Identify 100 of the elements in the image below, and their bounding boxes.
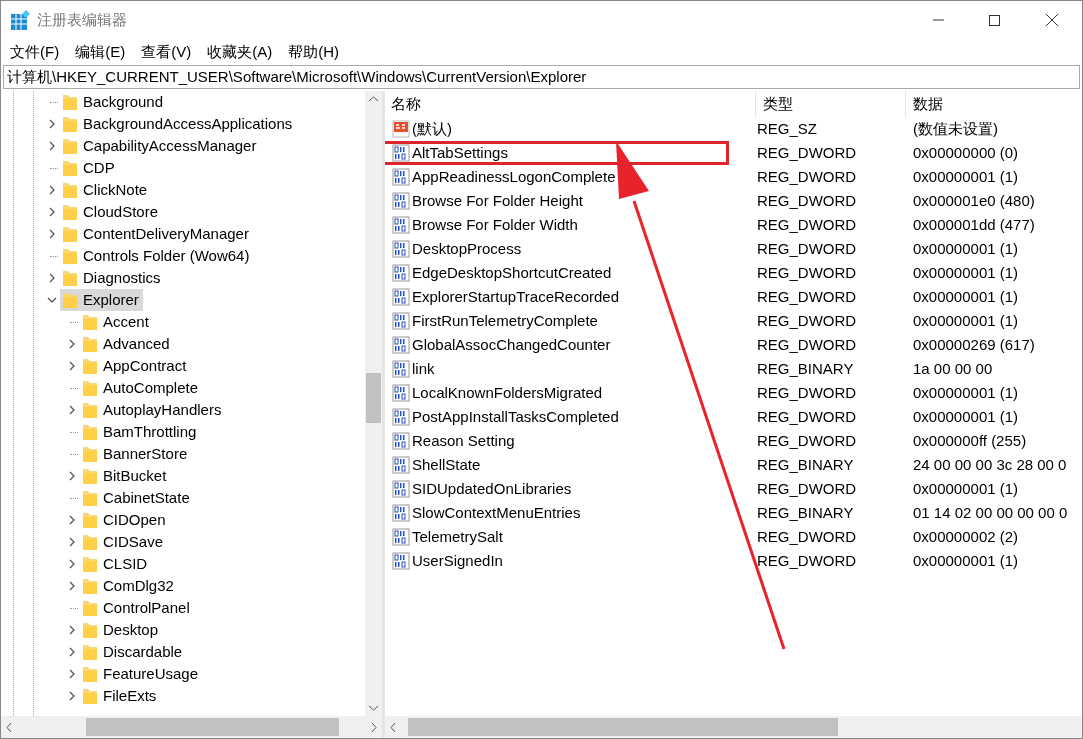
chevron-right-icon[interactable] — [67, 361, 77, 371]
chevron-right-icon[interactable] — [67, 581, 77, 591]
value-name[interactable]: GlobalAssocChangedCounter — [385, 333, 729, 357]
folder-icon — [82, 489, 98, 507]
value-name[interactable]: DesktopProcess — [385, 237, 729, 261]
chevron-right-icon[interactable] — [47, 185, 57, 195]
menu-item[interactable]: 查看(V) — [133, 39, 200, 65]
vertical-scrollbar[interactable] — [365, 91, 382, 716]
tree-item[interactable]: Discardable — [80, 641, 187, 663]
chevron-right-icon[interactable] — [47, 273, 57, 283]
chevron-right-icon[interactable] — [47, 229, 57, 239]
close-icon — [1046, 14, 1058, 26]
scroll-thumb[interactable] — [408, 718, 838, 736]
folder-icon — [62, 93, 78, 111]
tree-item[interactable]: AutoComplete — [80, 377, 203, 399]
chevron-right-icon[interactable] — [67, 669, 77, 679]
address-bar[interactable]: 计算机\HKEY_CURRENT_USER\Software\Microsoft\Windows\CurrentVersion\Explorer — [3, 65, 1080, 89]
tree-item[interactable]: Accent — [80, 311, 153, 333]
tree-item[interactable]: FileExts — [80, 685, 161, 707]
folder-icon — [82, 335, 98, 353]
value-name[interactable]: (默认) — [385, 117, 729, 141]
chevron-right-icon[interactable] — [47, 141, 57, 151]
tree-item[interactable]: BannerStore — [80, 443, 192, 465]
tree-item[interactable]: CIDOpen — [80, 509, 170, 531]
value-name[interactable]: PostAppInstallTasksCompleted — [385, 405, 729, 429]
chevron-right-icon[interactable] — [67, 691, 77, 701]
chevron-right-icon[interactable] — [67, 405, 77, 415]
value-data: 0x00000001 (1) — [912, 238, 1019, 259]
value-name[interactable]: SIDUpdatedOnLibraries — [385, 477, 729, 501]
folder-icon — [82, 621, 98, 639]
value-name[interactable]: Browse For Folder Width — [385, 213, 729, 237]
chevron-right-icon[interactable] — [67, 537, 77, 547]
tree-item[interactable]: ControlPanel — [80, 597, 194, 619]
chevron-right-icon[interactable] — [67, 625, 77, 635]
value-name[interactable]: SlowContextMenuEntries — [385, 501, 729, 525]
chevron-right-icon[interactable] — [67, 559, 77, 569]
value-type: REG_DWORD — [756, 382, 858, 403]
value-name[interactable]: ExplorerStartupTraceRecorded — [385, 285, 729, 309]
folder-icon — [62, 203, 78, 221]
column-header[interactable]: 类型 — [756, 91, 906, 117]
tree-item[interactable]: AutoplayHandlers — [80, 399, 226, 421]
horizontal-scrollbar[interactable] — [385, 716, 1082, 738]
chevron-right-icon[interactable] — [67, 471, 77, 481]
value-type: REG_DWORD — [756, 550, 858, 571]
value-name[interactable]: AppReadinessLogonComplete — [385, 165, 729, 189]
tree-item[interactable]: CLSID — [80, 553, 152, 575]
value-name[interactable]: link — [385, 357, 729, 381]
tree-item[interactable]: Advanced — [80, 333, 174, 355]
value-name[interactable]: LocalKnownFoldersMigrated — [385, 381, 729, 405]
tree-item[interactable]: Background — [60, 91, 168, 113]
tree-item[interactable]: Controls Folder (Wow64) — [60, 245, 254, 267]
binary-value-icon — [392, 408, 410, 426]
tree-item[interactable]: BackgroundAccessApplications — [60, 113, 297, 135]
menu-item[interactable]: 帮助(H) — [280, 39, 347, 65]
horizontal-scrollbar[interactable] — [1, 716, 382, 738]
column-header[interactable]: 名称 — [385, 91, 756, 117]
value-data: 0x00000001 (1) — [912, 310, 1019, 331]
binary-value-icon — [392, 384, 410, 402]
tree-item[interactable]: CIDSave — [80, 531, 168, 553]
binary-value-icon — [392, 192, 410, 210]
value-name[interactable]: EdgeDesktopShortcutCreated — [385, 261, 729, 285]
tree-item[interactable]: CabinetState — [80, 487, 194, 509]
tree-item[interactable]: FeatureUsage — [80, 663, 203, 685]
chevron-down-icon[interactable] — [47, 295, 57, 305]
tree-item[interactable]: BitBucket — [80, 465, 171, 487]
tree-item[interactable]: Desktop — [80, 619, 163, 641]
tree-item[interactable]: ContentDeliveryManager — [60, 223, 253, 245]
scroll-thumb[interactable] — [366, 373, 381, 423]
value-name[interactable]: FirstRunTelemetryComplete — [385, 309, 729, 333]
scroll-thumb[interactable] — [86, 718, 339, 736]
tree-item[interactable]: BamThrottling — [80, 421, 201, 443]
value-type: REG_DWORD — [756, 262, 858, 283]
chevron-right-icon[interactable] — [67, 647, 77, 657]
chevron-right-icon[interactable] — [47, 207, 57, 217]
value-name[interactable]: TelemetrySalt — [385, 525, 729, 549]
chevron-right-icon[interactable] — [47, 119, 57, 129]
tree-item[interactable]: CDP — [60, 157, 119, 179]
value-name[interactable]: ShellState — [385, 453, 729, 477]
value-type: REG_BINARY — [756, 454, 855, 475]
value-name[interactable]: AltTabSettings — [385, 141, 729, 165]
value-name[interactable]: Browse For Folder Height — [385, 189, 729, 213]
menu-item[interactable]: 编辑(E) — [67, 39, 134, 65]
value-data: 0x00000001 (1) — [912, 550, 1019, 571]
binary-value-icon — [392, 264, 410, 282]
chevron-right-icon[interactable] — [67, 515, 77, 525]
tree-item[interactable]: Diagnostics — [60, 267, 165, 289]
tree-item[interactable]: CapabilityAccessManager — [60, 135, 261, 157]
menu-item[interactable]: 收藏夹(A) — [199, 39, 281, 65]
binary-value-icon — [392, 168, 410, 186]
value-type: REG_SZ — [756, 118, 818, 139]
value-name[interactable]: Reason Setting — [385, 429, 729, 453]
tree-item[interactable]: CloudStore — [60, 201, 163, 223]
tree-item[interactable]: Explorer — [60, 289, 143, 311]
chevron-right-icon[interactable] — [67, 339, 77, 349]
menu-item[interactable]: 文件(F) — [2, 39, 68, 65]
column-header[interactable]: 数据 — [906, 91, 1082, 117]
value-name[interactable]: UserSignedIn — [385, 549, 729, 573]
tree-item[interactable]: ComDlg32 — [80, 575, 178, 597]
tree-item[interactable]: ClickNote — [60, 179, 152, 201]
tree-item[interactable]: AppContract — [80, 355, 191, 377]
